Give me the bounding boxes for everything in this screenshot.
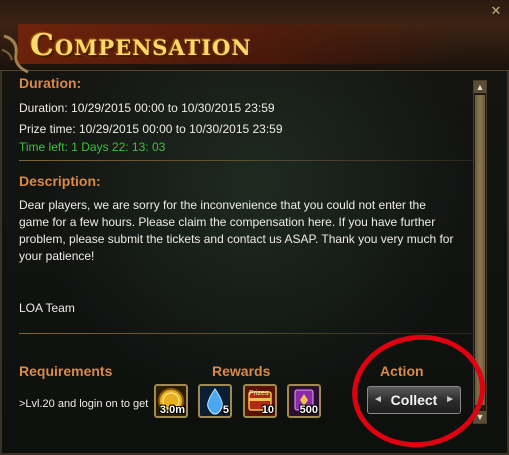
- description-body: Dear players, we are sorry for the incon…: [19, 198, 454, 263]
- divider: [19, 333, 474, 334]
- reward-slot[interactable]: 5: [198, 384, 232, 418]
- requirements-heading: Requirements: [19, 363, 113, 379]
- duration-line: Duration: 10/29/2015 00:00 to 10/30/2015…: [19, 101, 275, 115]
- reward-qty: 10: [261, 404, 274, 416]
- page-title: Compensation: [30, 28, 252, 63]
- scroll-thumb[interactable]: [475, 95, 485, 405]
- reward-slot[interactable]: Prizes 10: [243, 384, 277, 418]
- duration-heading: Duration:: [19, 75, 82, 91]
- reward-qty: 500: [299, 404, 318, 416]
- reward-qty: 3.0m: [159, 404, 185, 416]
- requirement-text: >Lvl.20 and login on to get: [19, 398, 149, 410]
- divider: [19, 160, 474, 161]
- prize-time-line: Prize time: 10/29/2015 00:00 to 10/30/20…: [19, 122, 283, 136]
- signature: LOA Team: [19, 301, 75, 315]
- time-left-line: Time left: 1 Days 22: 13: 03: [19, 140, 166, 154]
- reward-qty: 5: [222, 404, 229, 416]
- content-area: Duration: Duration: 10/29/2015 00:00 to …: [12, 72, 474, 342]
- description-heading: Description:: [19, 173, 101, 189]
- compensation-panel: Compensation ✕ Duration: Duration: 10/29…: [0, 0, 509, 455]
- close-icon[interactable]: ✕: [489, 4, 503, 18]
- prizes-label: Prizes: [249, 390, 269, 397]
- reward-slot[interactable]: 3.0m: [154, 384, 188, 418]
- panel-header: Compensation ✕: [0, 0, 509, 74]
- reward-slot[interactable]: 500: [287, 384, 321, 418]
- rewards-heading: Rewards: [212, 363, 271, 379]
- scroll-up-icon[interactable]: ▲: [474, 81, 486, 93]
